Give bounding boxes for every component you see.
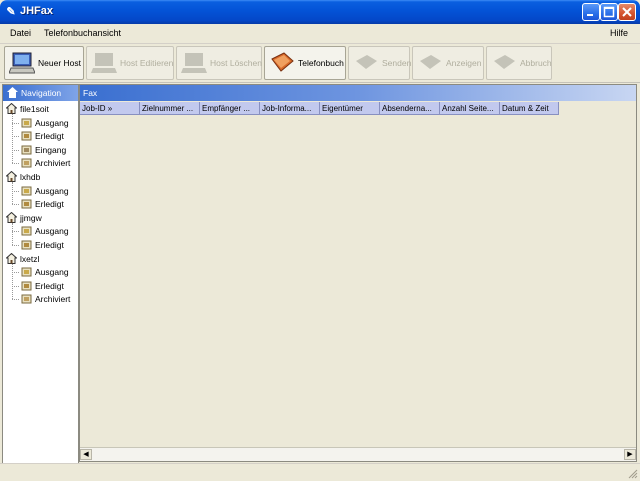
ausgang-folder-icon: [21, 267, 32, 277]
tree-connector: [12, 122, 19, 124]
tree-folder-label: Ausgang: [35, 117, 69, 128]
tree-folder-label: Erledigt: [35, 131, 64, 142]
neuer-host-button[interactable]: Neuer Host: [4, 46, 84, 80]
archiviert-folder-icon: [21, 158, 32, 168]
tree-connector: [12, 136, 19, 138]
column-header[interactable]: Zielnummer ...: [140, 102, 200, 115]
tree-host-label: file1soit: [20, 104, 49, 114]
menu-hilfe[interactable]: Hilfe: [610, 28, 628, 38]
column-header[interactable]: Job-ID »: [80, 102, 140, 115]
telefonbuch-button[interactable]: Telefonbuch: [264, 46, 346, 80]
app-icon: ✎: [6, 6, 16, 18]
tree-connector: [12, 299, 19, 301]
tree-folder-label: Ausgang: [35, 185, 69, 196]
navigation-header: Navigation: [3, 85, 78, 101]
erledigt-folder-icon: [21, 240, 32, 250]
toolbar: Neuer Host Host Editieren Host Löschen T…: [0, 44, 640, 83]
resize-grip-icon[interactable]: [628, 469, 638, 479]
ausgang-folder-icon: [21, 186, 32, 196]
tree-host-label: jjmgw: [20, 212, 42, 223]
tree-connector: [12, 272, 19, 274]
tree-folder-label: Erledigt: [35, 280, 64, 291]
tree-folder-label: Ausgang: [35, 267, 69, 278]
tree-folder-label: Ausgang: [35, 226, 69, 237]
column-header[interactable]: Datum & Zeit: [500, 102, 559, 115]
tree-folder-label: Erledigt: [35, 199, 64, 210]
tree-connector: [12, 263, 13, 300]
edit-host-icon: [91, 53, 117, 73]
title-bar: ✎ JHFax: [0, 0, 640, 24]
tree-folder-label: Erledigt: [35, 240, 64, 250]
ausgang-folder-icon: [21, 226, 32, 236]
tree-folder-label: Archiviert: [35, 294, 71, 305]
fax-header: Fax: [80, 85, 636, 101]
column-header[interactable]: Eigentümer: [320, 102, 380, 115]
cancel-fax-icon: [494, 55, 515, 69]
menu-telefonbuchansicht[interactable]: Telefonbuchansicht: [44, 28, 121, 38]
host-loeschen-button[interactable]: Host Löschen: [176, 46, 262, 80]
column-header[interactable]: Absenderna...: [380, 102, 440, 115]
column-header[interactable]: Anzahl Seite...: [440, 102, 500, 115]
menu-datei[interactable]: Datei: [10, 28, 31, 38]
navigation-panel: Navigation file1soit Ausgang Erledigt Einga…: [2, 84, 79, 464]
close-button[interactable]: [618, 3, 636, 21]
erledigt-folder-icon: [21, 281, 32, 291]
view-fax-icon: [420, 55, 441, 69]
abbruch-button[interactable]: Abbruch: [486, 46, 552, 80]
erledigt-folder-icon: [21, 131, 32, 141]
tree-connector: [12, 204, 19, 206]
menu-bar: Datei Telefonbuchansicht Hilfe: [0, 24, 640, 44]
column-header[interactable]: Empfänger ...: [200, 102, 260, 115]
tree-connector: [12, 222, 13, 245]
host-icon: [6, 103, 17, 114]
tree-connector: [12, 163, 19, 165]
tree-folder-label: Archiviert: [35, 158, 71, 169]
close-icon: [622, 7, 632, 17]
maximize-icon: [603, 6, 615, 18]
send-fax-icon: [356, 55, 377, 69]
horizontal-scrollbar[interactable]: ◀ ▶: [80, 447, 636, 461]
tree-connector: [12, 190, 19, 192]
minimize-icon: [587, 14, 593, 16]
ausgang-folder-icon: [21, 118, 32, 128]
scroll-left-arrow-icon[interactable]: ◀: [80, 449, 92, 460]
tree-connector: [12, 149, 19, 151]
fax-panel: Fax Job-ID » Zielnummer ... Empfänger ... J…: [79, 84, 637, 462]
phonebook-icon: [271, 52, 294, 72]
senden-button[interactable]: Senden: [348, 46, 411, 80]
anzeigen-button[interactable]: Anzeigen: [412, 46, 484, 80]
minimize-button[interactable]: [582, 3, 600, 21]
tree-connector: [12, 182, 13, 205]
tree-host-label: lxetzl: [20, 253, 40, 264]
maximize-button[interactable]: [600, 3, 618, 21]
delete-host-icon: [181, 53, 207, 73]
status-bar: [0, 463, 640, 481]
tree-connector: [12, 231, 19, 233]
eingang-folder-icon: [21, 145, 32, 155]
host-icon: [6, 252, 17, 264]
host-icon: [6, 211, 17, 223]
tree-connector: [12, 114, 13, 164]
erledigt-folder-icon: [21, 199, 32, 209]
column-header[interactable]: Job-Informa...: [260, 102, 320, 115]
archiviert-folder-icon: [21, 294, 32, 304]
home-icon: [7, 87, 18, 98]
window-title: JHFax: [20, 5, 54, 17]
tree-folder-label: Eingang: [35, 144, 67, 155]
computer-icon: [9, 52, 35, 74]
scroll-right-arrow-icon[interactable]: ▶: [624, 449, 636, 460]
host-icon: [6, 171, 17, 182]
tree-connector: [12, 285, 19, 287]
tree-host-label: lxhdb: [20, 172, 41, 182]
host-editieren-button[interactable]: Host Editieren: [86, 46, 174, 80]
tree-connector: [12, 245, 19, 246]
